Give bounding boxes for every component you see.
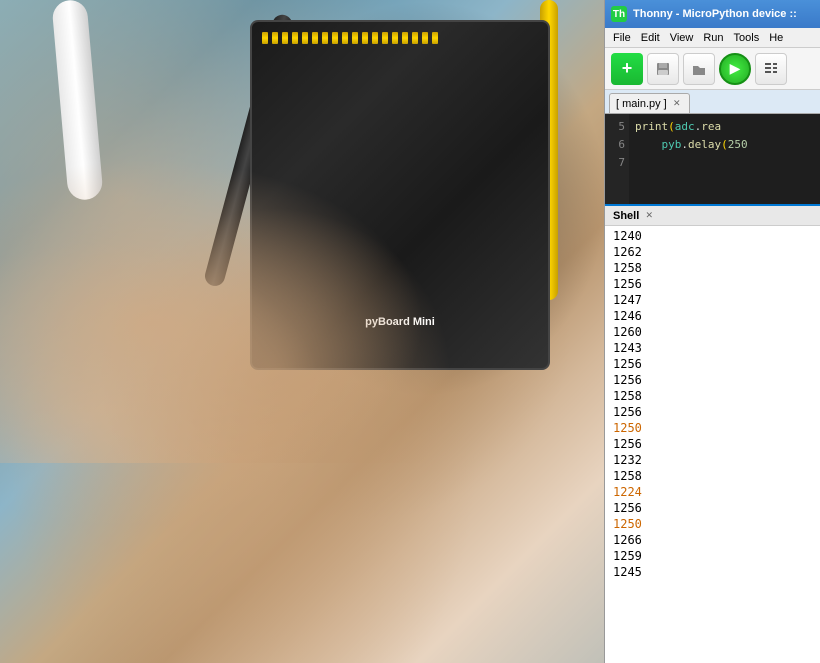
menu-run[interactable]: Run bbox=[699, 30, 727, 46]
pyb-obj: pyb bbox=[662, 138, 682, 151]
tab-label: [ main.py ] bbox=[616, 98, 667, 110]
toolbar: + ▶ bbox=[605, 48, 820, 90]
menu-help[interactable]: He bbox=[765, 30, 787, 46]
output-line: 1224 bbox=[605, 484, 820, 500]
output-line: 1246 bbox=[605, 308, 820, 324]
stop-button[interactable] bbox=[755, 53, 787, 85]
menu-bar: File Edit View Run Tools He bbox=[605, 28, 820, 48]
title-bar: Th Thonny - MicroPython device :: bbox=[605, 0, 820, 28]
output-line: 1243 bbox=[605, 340, 820, 356]
line-num-5: 5 bbox=[618, 118, 625, 136]
run-button[interactable]: ▶ bbox=[719, 53, 751, 85]
code-content[interactable]: print(adc.rea pyb.delay(250 bbox=[629, 114, 820, 204]
app-icon: Th bbox=[611, 6, 627, 22]
menu-tools[interactable]: Tools bbox=[730, 30, 764, 46]
keyword-print: print bbox=[635, 120, 668, 133]
output-line: 1256 bbox=[605, 436, 820, 452]
adc-obj: adc bbox=[675, 120, 695, 133]
output-line: 1259 bbox=[605, 548, 820, 564]
menu-view[interactable]: View bbox=[666, 30, 698, 46]
hand-overlay bbox=[0, 113, 500, 463]
shell-title: Shell bbox=[613, 210, 639, 222]
read-method: rea bbox=[701, 120, 721, 133]
title-bar-text: Thonny - MicroPython device :: bbox=[633, 8, 814, 20]
ide-window: Th Thonny - MicroPython device :: File E… bbox=[604, 0, 820, 663]
open-button[interactable] bbox=[683, 53, 715, 85]
output-line: 1250 bbox=[605, 516, 820, 532]
output-line: 1262 bbox=[605, 244, 820, 260]
output-line: 1260 bbox=[605, 324, 820, 340]
menu-edit[interactable]: Edit bbox=[637, 30, 664, 46]
pcb-pins bbox=[262, 32, 460, 44]
tab-bar: [ main.py ] ✕ bbox=[605, 90, 820, 114]
tab-close-button[interactable]: ✕ bbox=[671, 98, 683, 110]
code-line-7 bbox=[635, 154, 814, 172]
code-line-6: pyb.delay(250 bbox=[635, 136, 814, 154]
output-line: 1245 bbox=[605, 564, 820, 580]
output-line: 1256 bbox=[605, 372, 820, 388]
tab-main-py[interactable]: [ main.py ] ✕ bbox=[609, 93, 690, 113]
output-line: 1232 bbox=[605, 452, 820, 468]
delay-method: delay bbox=[688, 138, 721, 151]
output-line: 1250 bbox=[605, 420, 820, 436]
line-num-7: 7 bbox=[618, 154, 625, 172]
output-line: 1256 bbox=[605, 500, 820, 516]
shell-panel: Shell ✕ 12401262125812561247124612601243… bbox=[605, 204, 820, 663]
shell-header: Shell ✕ bbox=[605, 204, 820, 226]
shell-output[interactable]: 1240126212581256124712461260124312561256… bbox=[605, 226, 820, 663]
output-line: 1256 bbox=[605, 276, 820, 292]
paren-open: ( bbox=[668, 120, 675, 133]
output-line: 1240 bbox=[605, 228, 820, 244]
delay-value: 250 bbox=[728, 138, 748, 151]
output-line: 1256 bbox=[605, 404, 820, 420]
output-line: 1258 bbox=[605, 468, 820, 484]
output-line: 1258 bbox=[605, 260, 820, 276]
code-line-5: print(adc.rea bbox=[635, 118, 814, 136]
output-line: 1256 bbox=[605, 356, 820, 372]
line-numbers: 5 6 7 bbox=[605, 114, 629, 204]
menu-file[interactable]: File bbox=[609, 30, 635, 46]
line-num-6: 6 bbox=[618, 136, 625, 154]
save-button[interactable] bbox=[647, 53, 679, 85]
new-button[interactable]: + bbox=[611, 53, 643, 85]
output-line: 1266 bbox=[605, 532, 820, 548]
output-line: 1258 bbox=[605, 388, 820, 404]
shell-close-button[interactable]: ✕ bbox=[643, 210, 655, 222]
photo-area: pyBoard Mini bbox=[0, 0, 608, 663]
code-editor[interactable]: 5 6 7 print(adc.rea pyb.delay(250 bbox=[605, 114, 820, 204]
output-line: 1247 bbox=[605, 292, 820, 308]
